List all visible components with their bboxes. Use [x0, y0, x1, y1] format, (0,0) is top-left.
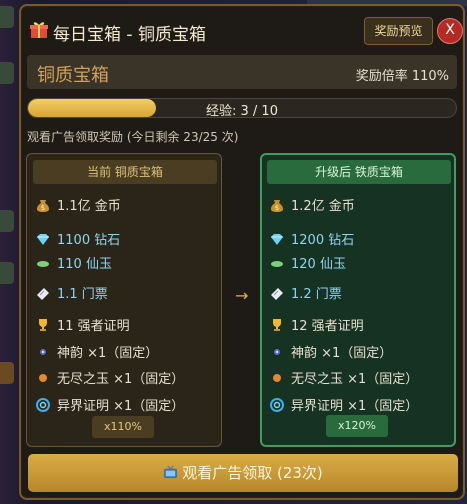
jade-icon — [37, 261, 49, 267]
chest-name-bar: 铜质宝箱 奖励倍率 110% — [27, 55, 457, 89]
reward-row-ticket: 1.1 门票 — [35, 283, 108, 303]
reward-text: 神韵 ×1（固定） — [57, 346, 159, 361]
svg-text:$: $ — [275, 204, 279, 212]
upgraded-chest-title: 升级后 铁质宝箱 — [267, 160, 451, 184]
reward-row-proof: 12 强者证明 — [269, 315, 364, 335]
reward-text: 1.2 门票 — [291, 287, 342, 302]
reward-row-shenyun: 神韵 ×1（固定） — [269, 342, 392, 362]
reward-row-proof: 11 强者证明 — [35, 315, 130, 335]
current-chest-title: 当前 铜质宝箱 — [33, 160, 217, 184]
background-fragment — [0, 362, 14, 384]
reward-text: 1100 钻石 — [57, 233, 121, 248]
orb-icon — [39, 374, 47, 382]
reward-preview-button[interactable]: 奖励预览 — [364, 17, 433, 45]
ticket-icon — [271, 288, 283, 300]
reward-text: 120 仙玉 — [291, 257, 346, 272]
reward-row-gold: $1.2亿 金币 — [269, 195, 355, 215]
reward-text: 神韵 ×1（固定） — [291, 346, 393, 361]
reward-text: 110 仙玉 — [57, 257, 112, 272]
upgrade-arrow: → — [235, 286, 249, 305]
reward-text: 异界证明 ×1（固定） — [57, 399, 185, 414]
reward-row-diamond: 1200 钻石 — [269, 229, 354, 249]
reward-row-otherworld: 异界证明 ×1（固定） — [35, 395, 184, 415]
orb-icon — [273, 374, 281, 382]
portal-icon — [270, 398, 284, 412]
reward-row-gold: $1.1亿 金币 — [35, 195, 121, 215]
reward-text: 11 强者证明 — [57, 319, 130, 334]
close-button[interactable]: X — [437, 18, 463, 44]
jade-icon — [271, 261, 283, 267]
svg-text:$: $ — [41, 204, 45, 212]
chest-name: 铜质宝箱 — [37, 65, 109, 86]
reward-text: 1.1亿 金币 — [57, 199, 121, 214]
background-fragment — [0, 62, 14, 84]
reward-multiplier: 奖励倍率 110% — [355, 69, 449, 84]
reward-row-otherworld: 异界证明 ×1（固定） — [269, 395, 418, 415]
trophy-icon — [273, 319, 281, 331]
reward-text: 无尽之玉 ×1（固定） — [291, 372, 419, 387]
reward-text: 异界证明 ×1（固定） — [291, 399, 419, 414]
exp-progress-bar: 经验: 3 / 10 — [27, 98, 457, 118]
background-fragment — [0, 210, 14, 232]
exp-progress-text: 经验: 3 / 10 — [206, 104, 278, 118]
reward-text: 1.1 门票 — [57, 287, 108, 302]
modal-header: 每日宝箱 - 铜质宝箱 奖励预览 X — [25, 14, 463, 50]
diamond-icon — [271, 234, 283, 245]
current-chest-card: 当前 铜质宝箱 $1.1亿 金币 1100 钻石 110 仙玉 1.1 门票 1… — [26, 153, 222, 447]
reward-row-shenyun: 神韵 ×1（固定） — [35, 342, 158, 362]
watch-ad-claim-button[interactable]: 观看广告领取 (23次) — [28, 454, 458, 492]
reward-row-jade: 110 仙玉 — [35, 253, 112, 273]
reward-row-ticket: 1.2 门票 — [269, 283, 342, 303]
coin-bag-icon: $ — [271, 200, 283, 212]
trophy-icon — [39, 319, 47, 331]
reward-row-jade-infinite: 无尽之玉 ×1（固定） — [269, 368, 418, 388]
background-fragment — [0, 262, 14, 284]
watch-ad-label: 观看广告领取 (23次) — [182, 464, 323, 482]
reward-row-jade: 120 仙玉 — [269, 253, 346, 273]
modal-title: 每日宝箱 - 铜质宝箱 — [53, 25, 206, 45]
reward-text: 1.2亿 金币 — [291, 199, 355, 214]
coin-bag-icon: $ — [37, 200, 49, 212]
spirit-icon — [40, 349, 46, 355]
background-fragment — [0, 6, 14, 28]
ad-reward-note: 观看广告领取奖励 (今日剩余 23/25 次) — [27, 130, 239, 144]
upgraded-chest-card: 升级后 铁质宝箱 $1.2亿 金币 1200 钻石 120 仙玉 1.2 门票 … — [260, 153, 456, 447]
gift-icon — [30, 22, 48, 38]
diamond-icon — [37, 234, 49, 245]
reward-row-diamond: 1100 钻石 — [35, 229, 120, 249]
reward-text: 12 强者证明 — [291, 319, 364, 334]
tv-icon — [164, 465, 178, 479]
reward-text: 1200 钻石 — [291, 233, 355, 248]
daily-chest-modal: 每日宝箱 - 铜质宝箱 奖励预览 X 铜质宝箱 奖励倍率 110% 经验: 3 … — [19, 4, 465, 500]
current-multiplier-badge: x110% — [92, 416, 154, 438]
reward-row-jade-infinite: 无尽之玉 ×1（固定） — [35, 368, 184, 388]
upgraded-multiplier-badge: x120% — [326, 415, 388, 437]
ticket-icon — [37, 288, 49, 300]
reward-text: 无尽之玉 ×1（固定） — [57, 372, 185, 387]
portal-icon — [36, 398, 50, 412]
spirit-icon — [274, 349, 280, 355]
